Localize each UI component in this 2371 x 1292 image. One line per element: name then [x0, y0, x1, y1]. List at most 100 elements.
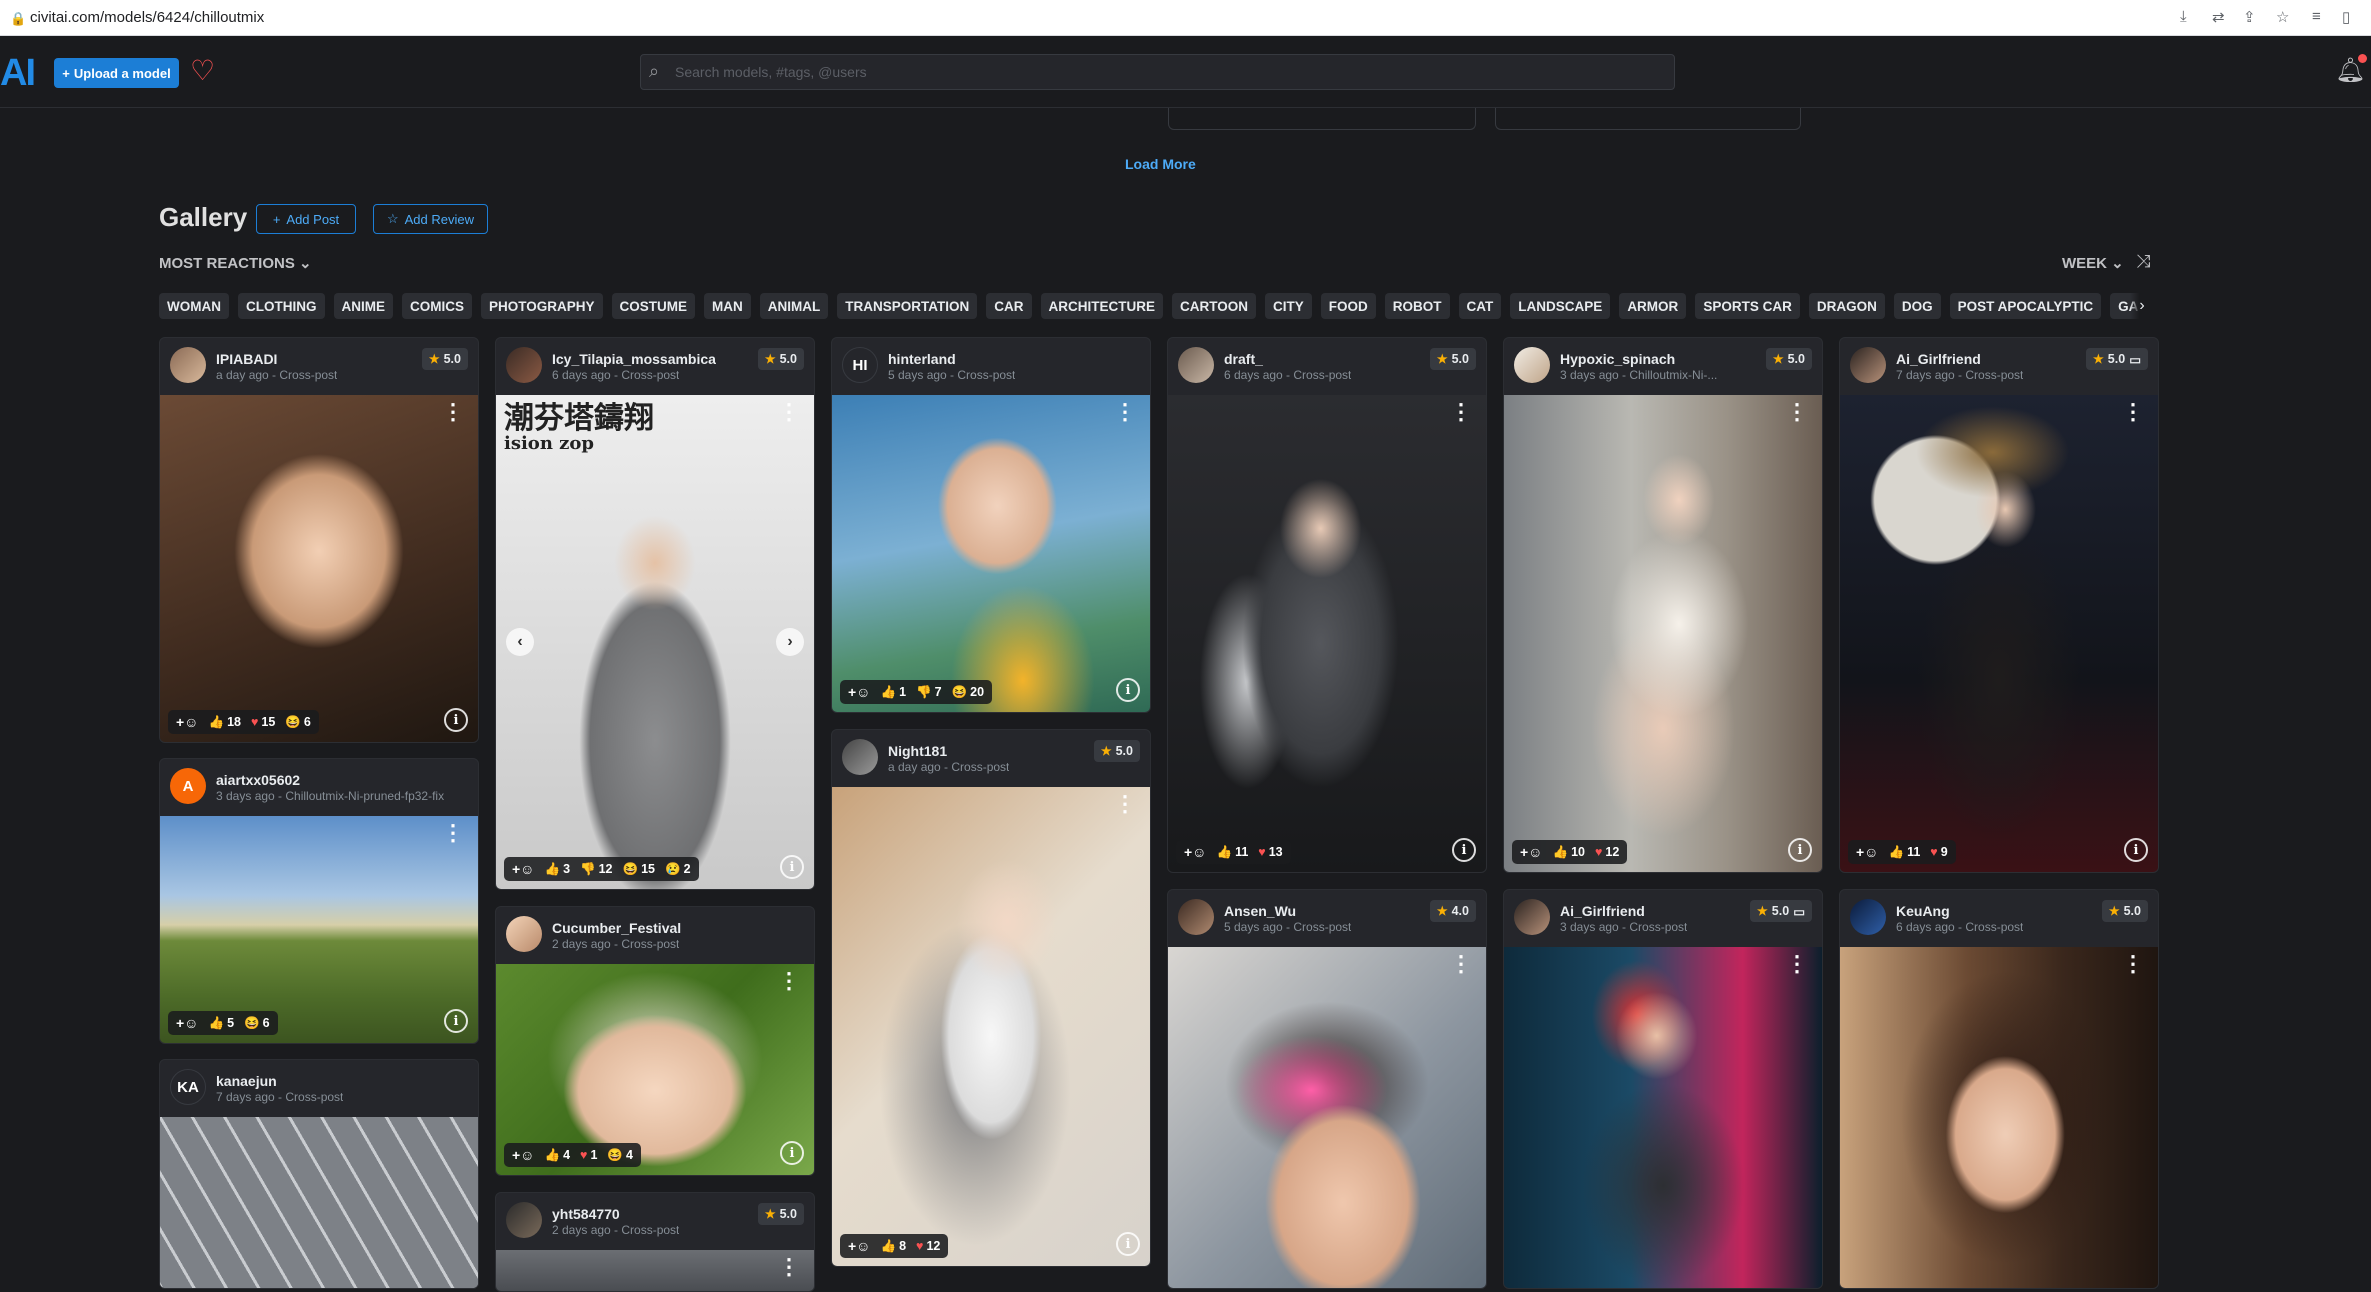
like-reaction[interactable]: 👍 18 — [208, 715, 240, 730]
avatar[interactable] — [170, 347, 206, 383]
info-icon[interactable]: i — [444, 1009, 468, 1033]
carousel-prev-icon[interactable]: ‹ — [506, 628, 534, 656]
gallery-card[interactable]: Ai_Girlfriend 7 days ago - Cross-post ★ 5… — [1839, 337, 2159, 873]
username[interactable]: aiartxx05602 — [216, 772, 300, 788]
notifications-bell-icon[interactable]: 🔔︎ — [2335, 54, 2368, 85]
more-options-icon[interactable]: ⋮ — [442, 401, 464, 423]
like-reaction[interactable]: 👍 4 — [544, 1148, 570, 1163]
gallery-card[interactable]: Cucumber_Festival 2 days ago - Cross-pos… — [495, 906, 815, 1176]
gallery-card[interactable]: Hypoxic_spinach 3 days ago - Chilloutmix… — [1503, 337, 1823, 873]
gallery-image[interactable]: ⋮ — [1168, 947, 1486, 1288]
avatar[interactable] — [506, 916, 542, 952]
tag-chip[interactable]: FOOD — [1320, 293, 1376, 319]
avatar[interactable] — [506, 1202, 542, 1238]
avatar[interactable]: HI — [842, 347, 878, 383]
like-reaction[interactable]: 👍 11 — [1888, 845, 1920, 860]
username[interactable]: KeuAng — [1896, 903, 1950, 919]
tag-chip[interactable]: CAR — [986, 293, 1032, 319]
laugh-reaction[interactable]: 😆 4 — [607, 1148, 633, 1163]
add-reaction-icon[interactable]: +☺ — [512, 861, 534, 877]
tag-chip[interactable]: ARCHITECTURE — [1040, 293, 1164, 319]
tag-chip[interactable]: COMICS — [402, 293, 472, 319]
avatar[interactable]: KA — [170, 1069, 206, 1105]
tag-chip[interactable]: WOMAN — [159, 293, 229, 319]
gallery-image[interactable]: ⋮ +☺ 👍 11 ♥ 9 i — [1840, 395, 2158, 872]
gallery-image[interactable]: ⋮ +☺ 👍 10 ♥ 12 i — [1504, 395, 1822, 872]
more-options-icon[interactable]: ⋮ — [442, 822, 464, 844]
add-reaction-icon[interactable]: +☺ — [176, 714, 198, 730]
gallery-image[interactable]: 潮芬塔鑄翔 ision zop ⋮ ‹ › +☺ 👍 3 👎 12 😆 15 😢 2 i — [496, 395, 814, 889]
url-text[interactable]: civitai.com/models/6424/chilloutmix — [30, 9, 264, 26]
add-reaction-icon[interactable]: +☺ — [848, 684, 870, 700]
more-options-icon[interactable]: ⋮ — [1786, 953, 1808, 975]
username[interactable]: draft_ — [1224, 351, 1263, 367]
add-reaction-icon[interactable]: +☺ — [176, 1015, 198, 1031]
gallery-card[interactable]: Ai_Girlfriend 3 days ago - Cross-post ★ 5… — [1503, 889, 1823, 1289]
heart-reaction[interactable]: ♥ 12 — [916, 1239, 940, 1253]
gallery-card[interactable]: HI hinterland 5 days ago - Cross-post ⋮ … — [831, 337, 1151, 713]
info-icon[interactable]: i — [780, 1141, 804, 1165]
gallery-card[interactable]: KeuAng 6 days ago - Cross-post ★ 5.0 ⋮ — [1839, 889, 2159, 1289]
avatar[interactable] — [506, 347, 542, 383]
tag-chip[interactable]: MAN — [704, 293, 751, 319]
tag-chip[interactable]: CLOTHING — [238, 293, 325, 319]
heart-icon[interactable]: ♡ — [190, 54, 215, 87]
username[interactable]: Cucumber_Festival — [552, 920, 681, 936]
gallery-card[interactable]: IPIABADI a day ago - Cross-post ★ 5.0 ⋮ +… — [159, 337, 479, 743]
more-options-icon[interactable]: ⋮ — [1114, 401, 1136, 423]
username[interactable]: kanaejun — [216, 1073, 277, 1089]
bookmark-star-icon[interactable]: ☆ — [2276, 8, 2289, 26]
add-reaction-icon[interactable]: +☺ — [512, 1147, 534, 1163]
avatar[interactable] — [1850, 347, 1886, 383]
tag-chip[interactable]: DRAGON — [1808, 293, 1885, 319]
sort-dropdown[interactable]: MOST REACTIONS ⌄ — [159, 254, 312, 272]
username[interactable]: Ai_Girlfriend — [1560, 903, 1645, 919]
tag-chip[interactable]: ANIMAL — [759, 293, 829, 319]
info-icon[interactable]: i — [2124, 838, 2148, 862]
username[interactable]: Ansen_Wu — [1224, 903, 1296, 919]
load-more-link[interactable]: Load More — [1125, 156, 1196, 172]
tag-chip[interactable]: CAT — [1458, 293, 1502, 319]
heart-reaction[interactable]: ♥ 13 — [1258, 845, 1282, 859]
cry-reaction[interactable]: 😢 2 — [665, 862, 691, 877]
more-options-icon[interactable]: ⋮ — [2122, 401, 2144, 423]
upload-model-button[interactable]: + Upload a model — [54, 58, 179, 88]
more-options-icon[interactable]: ⋮ — [1450, 953, 1472, 975]
more-options-icon[interactable]: ⋮ — [778, 401, 800, 423]
info-icon[interactable]: i — [444, 708, 468, 732]
gallery-image[interactable]: ⋮ +☺ 👍 1 👎 7 😆 20 i — [832, 395, 1150, 712]
install-icon[interactable]: ⤓ — [2180, 8, 2187, 25]
username[interactable]: Icy_Tilapia_mossambica — [552, 351, 716, 367]
period-dropdown[interactable]: WEEK ⌄ — [2062, 254, 2124, 272]
username[interactable]: Ai_Girlfriend — [1896, 351, 1981, 367]
avatar[interactable] — [1514, 899, 1550, 935]
translate-icon[interactable]: ⇄ — [2212, 8, 2225, 26]
username[interactable]: yht584770 — [552, 1206, 620, 1222]
info-icon[interactable]: i — [1116, 678, 1140, 702]
tag-chip[interactable]: PHOTOGRAPHY — [481, 293, 603, 319]
heart-reaction[interactable]: ♥ 12 — [1595, 845, 1619, 859]
heart-reaction[interactable]: ♥ 9 — [1930, 845, 1947, 859]
tag-chip[interactable]: ANIME — [333, 293, 393, 319]
avatar[interactable] — [1178, 899, 1214, 935]
tag-chip[interactable]: CARTOON — [1172, 293, 1257, 319]
gallery-image[interactable]: ⋮ +☺ 👍 5 😆 6 i — [160, 816, 478, 1043]
gallery-image[interactable]: ⋮ — [1504, 947, 1822, 1288]
tag-chip[interactable]: CITY — [1265, 293, 1312, 319]
info-icon[interactable]: i — [780, 855, 804, 879]
laugh-reaction[interactable]: 😆 6 — [244, 1016, 270, 1031]
like-reaction[interactable]: 👍 1 — [880, 685, 906, 700]
more-options-icon[interactable]: ⋮ — [1786, 401, 1808, 423]
dislike-reaction[interactable]: 👎 12 — [580, 862, 612, 877]
shuffle-icon[interactable]: ⤨ — [2136, 251, 2150, 272]
laugh-reaction[interactable]: 😆 20 — [952, 685, 984, 700]
gallery-image[interactable]: ⋮ +☺ 👍 18 ♥ 15 😆 6 i — [160, 395, 478, 742]
gallery-image[interactable] — [160, 1117, 478, 1288]
tag-chip[interactable]: SPORTS CAR — [1695, 293, 1800, 319]
gallery-card[interactable]: Ansen_Wu 5 days ago - Cross-post ★ 4.0 ⋮ — [1167, 889, 1487, 1289]
add-reaction-icon[interactable]: +☺ — [848, 1238, 870, 1254]
laugh-reaction[interactable]: 😆 15 — [623, 862, 655, 877]
more-options-icon[interactable]: ⋮ — [1450, 401, 1472, 423]
avatar[interactable] — [842, 739, 878, 775]
more-options-icon[interactable]: ⋮ — [1114, 793, 1136, 815]
